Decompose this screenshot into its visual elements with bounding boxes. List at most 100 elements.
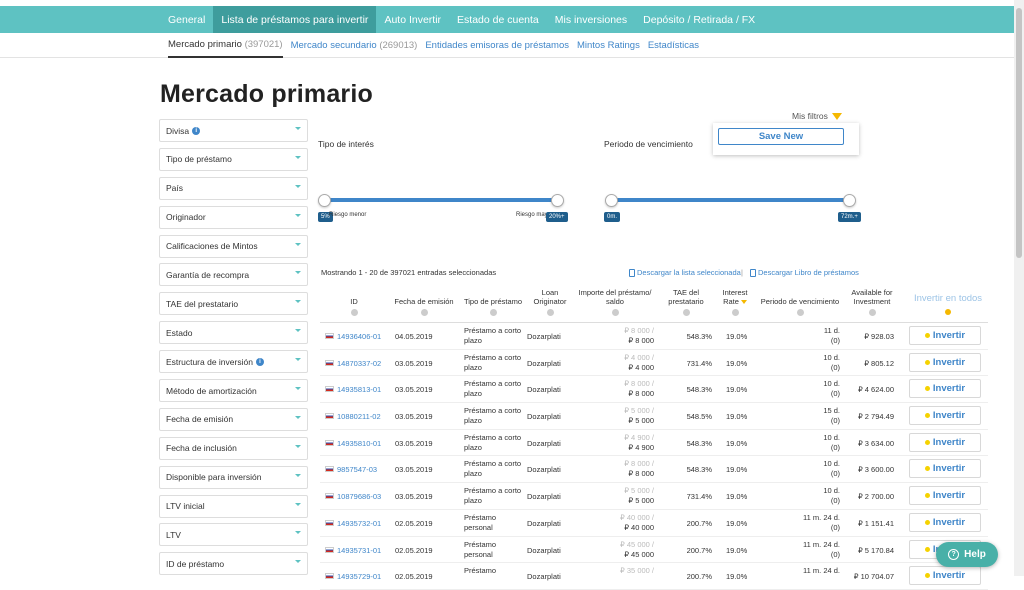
- sort-desc-icon[interactable]: [740, 300, 747, 305]
- col-issue-date[interactable]: Fecha de emisión: [392, 297, 456, 316]
- my-filters[interactable]: Mis filtros: [792, 111, 842, 121]
- download-selected-link[interactable]: Descargar la lista seleccionada: [629, 268, 741, 277]
- invest-button[interactable]: Invertir: [909, 326, 981, 345]
- help-button[interactable]: ? Help: [936, 542, 998, 567]
- interest-slider-max-handle[interactable]: [551, 194, 564, 207]
- info-icon[interactable]: [796, 309, 804, 316]
- filter-mintos-ratings[interactable]: Calificaciones de Mintos: [159, 234, 308, 258]
- subnav-loan-originators[interactable]: Entidades emisoras de préstamos: [425, 34, 569, 57]
- invest-button[interactable]: Invertir: [909, 352, 981, 372]
- table-row[interactable]: 14935810-01 03.05.2019 Préstamo a corto …: [320, 430, 988, 457]
- table-row[interactable]: 14935813-01 03.05.2019 Préstamo a corto …: [320, 376, 988, 404]
- col-amount[interactable]: Importe del préstamo/ saldo: [575, 288, 655, 316]
- info-icon[interactable]: [682, 309, 690, 316]
- download-book-link[interactable]: Descargar Libro de préstamos: [750, 268, 859, 277]
- term-slider-track[interactable]: [610, 198, 850, 202]
- filter-ltv[interactable]: LTV: [159, 523, 308, 547]
- filter-listing-date[interactable]: Fecha de inclusión: [159, 436, 308, 460]
- col-loan-type[interactable]: Tipo de préstamo: [463, 297, 523, 316]
- status-dot-icon: [924, 546, 930, 552]
- filter-amortization[interactable]: Método de amortización: [159, 379, 308, 403]
- filter-available[interactable]: Disponible para inversión: [159, 465, 308, 489]
- table-row[interactable]: 10880211-02 03.05.2019 Préstamo a corto …: [320, 403, 988, 430]
- col-available[interactable]: Available for Investment: [844, 288, 900, 316]
- loan-type: Préstamo a corto plazo: [464, 459, 522, 479]
- info-icon[interactable]: [350, 309, 358, 316]
- tab-deposit-withdraw[interactable]: Depósito / Retirada / FX: [635, 6, 763, 33]
- filter-loan-type[interactable]: Tipo de préstamo: [159, 147, 308, 171]
- info-icon[interactable]: i: [255, 357, 264, 366]
- loan-id-link[interactable]: 10879686-03: [337, 492, 381, 501]
- amount-total: ₽ 4 900 /: [624, 432, 654, 442]
- tab-general[interactable]: General: [160, 6, 213, 33]
- filter-originator[interactable]: Originador: [159, 205, 308, 229]
- table-row[interactable]: 10879686-03 03.05.2019 Préstamo a corto …: [320, 483, 988, 510]
- originator: Dozarplati: [527, 492, 561, 502]
- tab-loan-list[interactable]: Lista de préstamos para invertir: [213, 6, 377, 33]
- scrollbar-thumb[interactable]: [1016, 8, 1022, 258]
- info-icon[interactable]: i: [192, 126, 201, 135]
- invest-button[interactable]: Invertir: [909, 459, 981, 479]
- invest-all-button[interactable]: Invertir en todos: [908, 293, 988, 304]
- info-icon[interactable]: [546, 309, 554, 316]
- loan-id-link[interactable]: 9857547-03: [337, 465, 377, 474]
- term-slider-max-handle[interactable]: [843, 194, 856, 207]
- col-id[interactable]: ID: [330, 297, 378, 316]
- loan-id-link[interactable]: 14935732-01: [337, 519, 381, 528]
- info-icon[interactable]: [868, 309, 876, 316]
- filter-issue-date[interactable]: Fecha de emisión: [159, 407, 308, 431]
- loan-id-link[interactable]: 14936406-01: [337, 332, 381, 341]
- filter-borrower-apr[interactable]: TAE del prestatario: [159, 292, 308, 316]
- loan-id-link[interactable]: 14935813-01: [337, 385, 381, 394]
- info-icon[interactable]: [489, 309, 497, 316]
- interest-rate: 19.0%: [726, 518, 748, 528]
- filter-label: País: [166, 183, 184, 194]
- invest-button[interactable]: Invertir: [909, 406, 981, 426]
- subnav-statistics[interactable]: Estadísticas: [648, 34, 699, 57]
- info-icon[interactable]: [945, 309, 951, 315]
- col-borrower-apr[interactable]: TAE del prestatario: [660, 288, 712, 316]
- interest-slider-min-handle[interactable]: [318, 194, 331, 207]
- table-row[interactable]: 14935731-01 02.05.2019 Préstamo personal…: [320, 537, 988, 564]
- invest-button[interactable]: Invertir: [909, 486, 981, 506]
- loan-id-link[interactable]: 14935731-01: [337, 546, 381, 555]
- tab-auto-invest[interactable]: Auto Invertir: [376, 6, 449, 33]
- term-value: 10 d.: [823, 486, 840, 496]
- invest-button[interactable]: Invertir: [909, 512, 981, 532]
- subnav-primary-market[interactable]: Mercado primario (397021): [168, 33, 283, 58]
- loan-id-link[interactable]: 14870337-02: [337, 359, 381, 368]
- table-row[interactable]: 14935729-01 02.05.2019 Préstamo Dozarpla…: [320, 563, 988, 590]
- term: 10 d. (0): [760, 353, 840, 373]
- loan-id-link[interactable]: 10880211-02: [337, 412, 381, 421]
- filter-status[interactable]: Estado: [159, 321, 308, 345]
- subnav-secondary-market[interactable]: Mercado secundario (269013): [291, 34, 418, 57]
- filter-initial-ltv[interactable]: LTV inicial: [159, 494, 308, 518]
- filter-buyback[interactable]: Garantía de recompra: [159, 263, 308, 287]
- info-icon[interactable]: [420, 309, 428, 316]
- table-row[interactable]: 14935732-01 02.05.2019 Préstamo personal…: [320, 510, 988, 537]
- tab-account-statement[interactable]: Estado de cuenta: [449, 6, 547, 33]
- loan-type: Préstamo a corto plazo: [464, 486, 522, 506]
- filter-country[interactable]: País: [159, 176, 308, 200]
- invest-button[interactable]: Invertir: [909, 379, 981, 399]
- col-term[interactable]: Periodo de vencimiento: [760, 297, 840, 316]
- info-icon[interactable]: [731, 309, 739, 316]
- table-row[interactable]: 9857547-03 03.05.2019 Préstamo a corto p…: [320, 456, 988, 484]
- save-new-button[interactable]: Save New: [718, 128, 844, 145]
- filter-investment-structure[interactable]: Estructura de inversión i: [159, 350, 308, 374]
- loan-id-link[interactable]: 14935810-01: [337, 439, 381, 448]
- loan-id-link[interactable]: 14935729-01: [337, 572, 381, 581]
- subnav-label: Entidades emisoras de préstamos: [425, 39, 569, 51]
- interest-slider-track[interactable]: [323, 198, 558, 202]
- info-icon[interactable]: [611, 309, 619, 316]
- table-row[interactable]: 14936406-01 04.05.2019 Préstamo a corto …: [320, 323, 988, 350]
- filter-currency[interactable]: Divisa i: [159, 119, 308, 142]
- term-slider-min-handle[interactable]: [605, 194, 618, 207]
- col-interest-rate[interactable]: Interest Rate: [718, 288, 752, 316]
- subnav-mintos-ratings[interactable]: Mintos Ratings: [577, 34, 640, 57]
- col-originator[interactable]: Loan Originator: [528, 288, 572, 316]
- tab-my-investments[interactable]: Mis inversiones: [547, 6, 635, 33]
- table-row[interactable]: 14870337-02 03.05.2019 Préstamo a corto …: [320, 350, 988, 377]
- filter-loan-id[interactable]: ID de préstamo: [159, 552, 308, 576]
- invest-button[interactable]: Invertir: [909, 432, 981, 452]
